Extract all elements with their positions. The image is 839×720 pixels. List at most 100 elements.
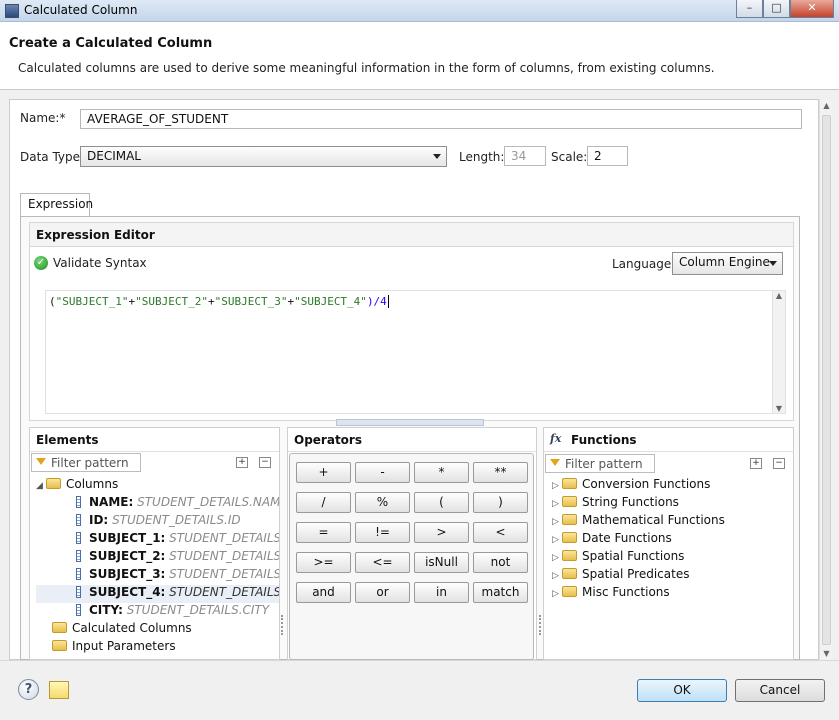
check-icon: ✓	[34, 256, 48, 270]
functions-filter-input[interactable]: Filter pattern	[545, 454, 655, 473]
operator-greater-button[interactable]: >	[414, 522, 469, 543]
function-category[interactable]: ▷ String Functions	[552, 495, 792, 513]
minimize-button[interactable]: –	[736, 0, 763, 18]
main-scrollbar[interactable]: ▲ ▼	[819, 99, 833, 660]
text-cursor	[387, 295, 396, 308]
filter-icon	[36, 458, 46, 465]
folder-icon	[562, 586, 577, 597]
expr-paren: (	[49, 295, 56, 308]
pane-sash[interactable]	[281, 615, 285, 635]
column-name: SUBJECT_2:	[89, 549, 166, 563]
operator-close-paren-button[interactable]: )	[473, 492, 528, 513]
length-label: Length:	[459, 150, 505, 164]
editor-splitter-handle[interactable]	[336, 419, 484, 426]
tab-expression[interactable]: Expression	[20, 193, 93, 217]
operator-open-paren-button[interactable]: (	[414, 492, 469, 513]
name-field[interactable]: AVERAGE_OF_STUDENT	[80, 109, 802, 129]
function-category[interactable]: ▷ Misc Functions	[552, 585, 792, 603]
function-category[interactable]: ▷ Date Functions	[552, 531, 792, 549]
operator-multiply-button[interactable]: *	[414, 462, 469, 483]
expand-arrow-icon[interactable]: ▷	[552, 571, 562, 581]
chevron-down-icon	[433, 154, 441, 159]
expand-arrow-icon[interactable]: ◢	[36, 481, 46, 491]
editor-scrollbar[interactable]: ▲ ▼	[772, 291, 785, 413]
cancel-button[interactable]: Cancel	[735, 679, 825, 702]
language-label: Language:	[612, 257, 676, 271]
operator-divide-button[interactable]: /	[296, 492, 351, 513]
app-icon	[5, 4, 19, 18]
expand-arrow-icon[interactable]: ▷	[552, 481, 562, 491]
filter-icon	[550, 459, 560, 466]
operator-modulo-button[interactable]: %	[355, 492, 410, 513]
operator-less-button[interactable]: <	[473, 522, 528, 543]
expr-column: "SUBJECT_3"	[214, 295, 288, 308]
scale-field[interactable]: 2	[587, 146, 628, 166]
expand-arrow-icon[interactable]: ▷	[552, 535, 562, 545]
column-name: NAME:	[89, 495, 134, 509]
collapse-all-icon[interactable]: −	[773, 458, 785, 469]
validate-syntax-link[interactable]: Validate Syntax	[53, 256, 147, 270]
note-icon[interactable]	[49, 681, 69, 699]
tree-folder-calculated-columns[interactable]: Calculated Columns	[36, 621, 279, 639]
column-icon	[76, 532, 81, 544]
expand-arrow-icon[interactable]: ▷	[552, 499, 562, 509]
tree-item-column[interactable]: SUBJECT_1: STUDENT_DETAILS.SUB	[36, 531, 279, 549]
tree-item-column[interactable]: SUBJECT_2: STUDENT_DETAILS.SUB	[36, 549, 279, 567]
tree-item-column-selected[interactable]: SUBJECT_4: STUDENT_DETAILS.SUB	[36, 585, 279, 603]
expand-all-icon[interactable]: +	[750, 458, 762, 469]
expression-editor-heading: Expression Editor	[29, 222, 794, 247]
tree-folder-input-parameters[interactable]: Input Parameters	[36, 639, 279, 657]
function-category[interactable]: ▷ Spatial Functions	[552, 549, 792, 567]
function-category[interactable]: ▷ Mathematical Functions	[552, 513, 792, 531]
operator-not-button[interactable]: not	[473, 552, 528, 573]
operator-not-equals-button[interactable]: !=	[355, 522, 410, 543]
folder-icon	[46, 478, 61, 489]
tree-folder-columns[interactable]: ◢ Columns	[36, 477, 279, 495]
function-category[interactable]: ▷ Conversion Functions	[552, 477, 792, 495]
folder-icon	[562, 514, 577, 525]
expand-arrow-icon[interactable]: ▷	[552, 517, 562, 527]
tree-label: Calculated Columns	[72, 621, 192, 635]
operator-isnull-button[interactable]: isNull	[414, 552, 469, 573]
title-bar: Calculated Column – □ ✕	[0, 0, 839, 22]
operator-plus-button[interactable]: +	[296, 462, 351, 483]
operator-in-button[interactable]: in	[414, 582, 469, 603]
column-source: STUDENT_DETAILS.ID	[112, 513, 241, 527]
datatype-select[interactable]: DECIMAL	[80, 146, 447, 167]
fx-icon: fx	[550, 432, 562, 445]
operator-greater-equal-button[interactable]: >=	[296, 552, 351, 573]
operator-less-equal-button[interactable]: <=	[355, 552, 410, 573]
function-category-label: Spatial Predicates	[582, 567, 690, 581]
ok-button[interactable]: OK	[637, 679, 727, 702]
window-title: Calculated Column	[24, 3, 138, 17]
operator-or-button[interactable]: or	[355, 582, 410, 603]
tree-item-column[interactable]: CITY: STUDENT_DETAILS.CITY	[36, 603, 279, 621]
tree-item-column[interactable]: NAME: STUDENT_DETAILS.NAME	[36, 495, 279, 513]
language-select[interactable]: Column Engine	[672, 252, 783, 275]
maximize-button[interactable]: □	[763, 0, 790, 18]
expand-arrow-icon[interactable]: ▷	[552, 589, 562, 599]
operator-minus-button[interactable]: -	[355, 462, 410, 483]
operator-equals-button[interactable]: =	[296, 522, 351, 543]
length-field[interactable]: 34	[504, 146, 546, 166]
expr-operator: +	[207, 295, 215, 308]
elements-filter-input[interactable]: Filter pattern	[31, 453, 141, 472]
expr-column: "SUBJECT_2"	[135, 295, 208, 308]
expand-all-icon[interactable]: +	[236, 457, 248, 468]
function-category-label: Spatial Functions	[582, 549, 685, 563]
function-category-label: Conversion Functions	[582, 477, 711, 491]
tree-item-column[interactable]: ID: STUDENT_DETAILS.ID	[36, 513, 279, 531]
folder-icon	[562, 478, 577, 489]
operator-and-button[interactable]: and	[296, 582, 351, 603]
dialog-description: Calculated columns are used to derive so…	[18, 61, 715, 75]
collapse-all-icon[interactable]: −	[259, 457, 271, 468]
operator-match-button[interactable]: match	[473, 582, 528, 603]
expand-arrow-icon[interactable]: ▷	[552, 553, 562, 563]
functions-heading: Functions	[544, 428, 793, 452]
operator-power-button[interactable]: **	[473, 462, 528, 483]
function-category[interactable]: ▷ Spatial Predicates	[552, 567, 792, 585]
tree-item-column[interactable]: SUBJECT_3: STUDENT_DETAILS.SUB	[36, 567, 279, 585]
expression-editor[interactable]: ("SUBJECT_1"+"SUBJECT_2"+"SUBJECT_3"+"SU…	[45, 290, 786, 414]
close-button[interactable]: ✕	[790, 0, 834, 18]
help-icon[interactable]: ?	[18, 679, 39, 700]
